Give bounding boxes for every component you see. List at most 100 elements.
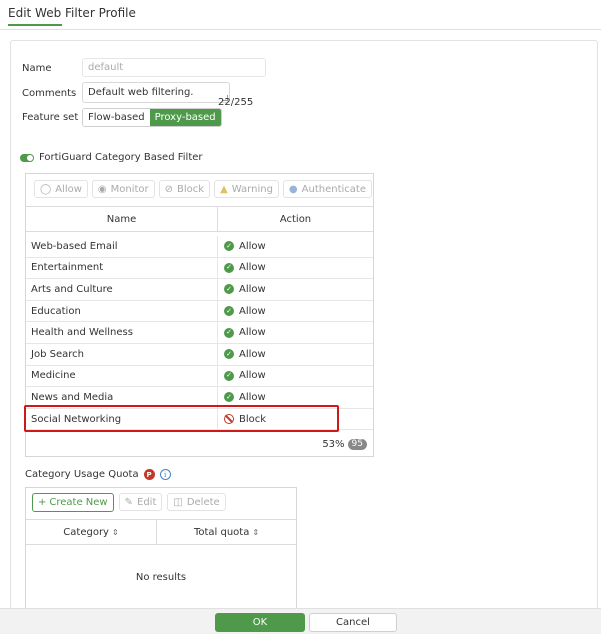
action-label: Allow — [239, 391, 266, 403]
table-row[interactable]: Education ✓ Allow — [26, 300, 373, 323]
comments-counter: 22/255 — [218, 97, 254, 108]
allow-icon: ✓ — [224, 262, 234, 273]
action-label: Allow — [239, 240, 266, 252]
table-row[interactable]: News and Media ✓ Allow — [26, 387, 373, 409]
row-action: ✓ Allow — [218, 366, 373, 387]
row-action: ✓ Allow — [218, 301, 373, 322]
row-name: Entertainment — [26, 257, 218, 279]
dialog-title: Edit Web Filter Profile — [8, 6, 136, 20]
allow-icon: ✓ — [224, 370, 234, 381]
authenticate-button-label: Authenticate — [301, 183, 366, 195]
cancel-button[interactable]: Cancel — [309, 613, 397, 632]
column-total-quota[interactable]: Total quota ⇕ — [157, 520, 296, 544]
fortiguard-toggle[interactable] — [20, 154, 34, 162]
create-new-button[interactable]: + Create New — [32, 493, 114, 512]
allow-icon: ✓ — [224, 241, 234, 252]
block-icon — [224, 414, 234, 425]
row-action: ✓ Allow — [218, 279, 373, 300]
action-label: Block — [239, 413, 267, 425]
row-name: Medicine — [26, 365, 218, 387]
allow-icon: ✓ — [224, 306, 234, 317]
table-row[interactable]: Web-based Email ✓ Allow — [26, 236, 373, 258]
block-button[interactable]: ⊘ Block — [158, 180, 211, 198]
empty-state: No results — [135, 572, 187, 583]
action-label: Allow — [239, 305, 266, 317]
name-label: Name — [22, 63, 52, 74]
fortiguard-title: FortiGuard Category Based Filter — [39, 152, 203, 163]
quota-section-header: Category Usage Quota P i — [25, 469, 171, 480]
quota-table: + Create New ✎ Edit ◫ Delete Category ⇕ … — [25, 487, 297, 610]
comments-label: Comments — [22, 88, 77, 99]
block-icon: ⊘ — [164, 183, 174, 195]
quota-toolbar: + Create New ✎ Edit ◫ Delete — [32, 493, 226, 512]
delete-button[interactable]: ◫ Delete — [167, 493, 226, 511]
sort-icon: ⇕ — [252, 527, 260, 537]
action-toolbar: ◯ Allow ◉ Monitor ⊘ Block ▲ Warning ● Au… — [34, 180, 372, 198]
delete-label: Delete — [186, 496, 220, 508]
allow-button-label: Allow — [55, 183, 82, 195]
user-icon: ● — [288, 183, 298, 195]
allow-icon: ✓ — [224, 284, 234, 295]
action-label: Allow — [239, 348, 266, 360]
table-footer: 53% 95 — [322, 439, 367, 450]
row-name: Web-based Email — [26, 236, 218, 257]
percent-loaded: 53% — [322, 439, 345, 450]
row-name: Arts and Culture — [26, 279, 218, 300]
category-table: ◯ Allow ◉ Monitor ⊘ Block ▲ Warning ● Au… — [25, 173, 374, 457]
column-name[interactable]: Name — [26, 207, 218, 231]
row-name: Health and Wellness — [26, 322, 218, 343]
column-action[interactable]: Action — [218, 207, 373, 231]
authenticate-button[interactable]: ● Authenticate — [282, 180, 372, 198]
comments-field[interactable]: Default web filtering. — [82, 82, 230, 103]
row-name: News and Media — [26, 387, 218, 408]
allow-icon: ✓ — [224, 392, 234, 403]
sort-icon: ⇕ — [111, 527, 119, 537]
table-row[interactable]: Arts and Culture ✓ Allow — [26, 279, 373, 301]
proxy-based-option[interactable]: Proxy-based — [149, 109, 221, 126]
table-row[interactable]: Job Search ✓ Allow — [26, 343, 373, 366]
proxy-badge-icon: P — [143, 469, 155, 480]
comments-value: Default web filtering. — [88, 87, 194, 98]
warning-button-label: Warning — [231, 183, 273, 195]
table-row[interactable]: Entertainment ✓ Allow — [26, 257, 373, 280]
feature-set-label: Feature set — [22, 112, 79, 123]
edit-button[interactable]: ✎ Edit — [118, 493, 163, 511]
feature-set-toggle: Flow-based Proxy-based — [82, 108, 222, 127]
action-label: Allow — [239, 283, 266, 295]
action-label: Allow — [239, 262, 266, 274]
row-action: ✓ Allow — [218, 236, 373, 257]
monitor-button-label: Monitor — [110, 183, 149, 195]
row-action: ✓ Allow — [218, 387, 373, 408]
trash-icon: ◫ — [173, 496, 183, 508]
flow-based-option[interactable]: Flow-based — [83, 109, 150, 126]
table-body: Web-based Email ✓ Allow Entertainment ✓ Al… — [26, 236, 373, 431]
row-action: Block — [218, 409, 373, 430]
table-header: Name Action — [26, 206, 373, 232]
warning-button[interactable]: ▲ Warning — [214, 180, 279, 198]
quota-title: Category Usage Quota — [25, 469, 139, 480]
plus-icon: + — [38, 497, 47, 508]
row-action: ✓ Allow — [218, 344, 373, 365]
allow-icon: ✓ — [224, 349, 234, 360]
monitor-button[interactable]: ◉ Monitor — [91, 180, 155, 198]
allow-button[interactable]: ◯ Allow — [34, 180, 88, 198]
column-total-label: Total quota — [193, 526, 250, 538]
table-row[interactable]: Health and Wellness ✓ Allow — [26, 322, 373, 344]
info-icon[interactable]: i — [159, 469, 171, 480]
block-button-label: Block — [177, 183, 205, 195]
pencil-icon: ✎ — [124, 496, 133, 508]
action-label: Allow — [239, 327, 266, 339]
column-category[interactable]: Category ⇕ — [26, 520, 157, 544]
table-row[interactable]: Social Networking Block — [26, 408, 373, 431]
edit-label: Edit — [137, 496, 157, 508]
row-name: Job Search — [26, 343, 218, 365]
row-name: Social Networking — [26, 408, 218, 430]
ok-button[interactable]: OK — [215, 613, 305, 632]
create-new-label: Create New — [49, 497, 108, 508]
title-underline — [8, 24, 62, 26]
action-label: Allow — [239, 370, 266, 382]
table-row[interactable]: Medicine ✓ Allow — [26, 365, 373, 388]
name-field[interactable]: default — [82, 58, 266, 77]
allow-icon: ✓ — [224, 327, 234, 338]
eye-icon: ◉ — [97, 183, 107, 195]
